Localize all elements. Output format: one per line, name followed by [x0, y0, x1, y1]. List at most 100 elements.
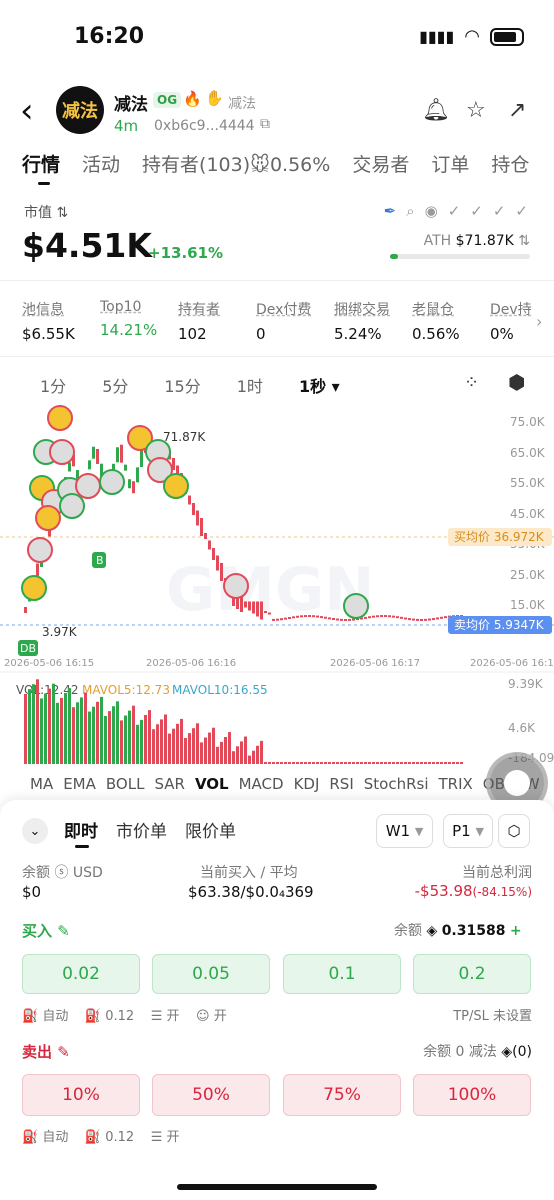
- collapse-button[interactable]: ⌄: [22, 818, 48, 844]
- stat-item[interactable]: 老鼠仓 0.56%: [412, 299, 490, 343]
- trader-avatar[interactable]: [163, 473, 189, 499]
- trader-avatar[interactable]: [59, 493, 85, 519]
- stat-item[interactable]: 池信息 $6.55K: [22, 299, 100, 343]
- sell-percent-button[interactable]: 50%: [152, 1074, 270, 1116]
- indicator-tab[interactable]: SAR: [154, 775, 184, 793]
- sell-percent-button[interactable]: 75%: [283, 1074, 401, 1116]
- indicator-tab[interactable]: MACD: [239, 775, 284, 793]
- candle: [244, 601, 247, 608]
- indicator-tab[interactable]: VOL: [195, 775, 229, 793]
- trader-avatar[interactable]: [99, 469, 125, 495]
- opt-gas[interactable]: 0.12: [105, 1009, 134, 1024]
- status-icons: ▮▮▮▮ ◠: [419, 26, 524, 47]
- candle: [256, 601, 259, 617]
- opt-auto[interactable]: 自动: [42, 1130, 68, 1145]
- stat-item[interactable]: Top10 14.21%: [100, 299, 178, 343]
- indicator-tab[interactable]: EMA: [63, 775, 96, 793]
- opt-mev[interactable]: 开: [166, 1009, 179, 1024]
- trader-avatar[interactable]: [21, 575, 47, 601]
- interval-15m[interactable]: 15分: [164, 373, 200, 397]
- tab-market[interactable]: 行情: [22, 150, 60, 177]
- stat-item[interactable]: Dex付费 0: [256, 299, 334, 343]
- opt-auto[interactable]: 自动: [42, 1009, 68, 1024]
- bubble-icon[interactable]: ⁘: [464, 372, 479, 393]
- volume-bar: [260, 740, 263, 764]
- volume-bar: [456, 762, 459, 764]
- trader-avatar[interactable]: [75, 473, 101, 499]
- trader-avatar[interactable]: [27, 537, 53, 563]
- tab-market-order[interactable]: 市价单: [116, 817, 167, 842]
- copy-icon[interactable]: ⧉: [260, 116, 270, 132]
- candle: [252, 601, 255, 614]
- sort-icon[interactable]: ⇅: [56, 205, 68, 221]
- preset-select[interactable]: P1 ▼: [443, 814, 493, 848]
- sell-percent-button[interactable]: 100%: [413, 1074, 531, 1116]
- order-type-tabs: 即时 市价单 限价单: [64, 817, 236, 842]
- candle: [284, 617, 287, 620]
- sort-icon[interactable]: ⇅: [518, 233, 530, 249]
- interval-1m[interactable]: 1分: [40, 373, 66, 397]
- buy-section-label: 买入 ✎: [22, 920, 70, 941]
- buy-amount-button[interactable]: 0.2: [413, 954, 531, 994]
- volume-bar: [108, 711, 111, 764]
- plus-icon[interactable]: +: [510, 923, 522, 939]
- trader-avatar[interactable]: [49, 439, 75, 465]
- tab-instant[interactable]: 即时: [64, 817, 98, 842]
- volume-bar: [384, 762, 387, 764]
- volume-bar: [452, 762, 455, 764]
- opt-mev[interactable]: 开: [166, 1130, 179, 1145]
- interval-1h[interactable]: 1时: [237, 373, 263, 397]
- contract-address[interactable]: 0xb6c9...4444: [154, 118, 255, 134]
- opt-user[interactable]: 开: [214, 1009, 227, 1024]
- tab-activity[interactable]: 活动: [82, 150, 120, 177]
- settings-icon[interactable]: ⬢: [508, 370, 525, 394]
- volume-bar: [152, 729, 155, 764]
- coin-icon[interactable]: ◉: [425, 202, 438, 220]
- indicator-tab[interactable]: RSI: [329, 775, 353, 793]
- price-chart[interactable]: GMGN 75.0K65.0K55.0K45.0K35.0K25.0K15.0K…: [0, 400, 554, 775]
- indicator-tab[interactable]: TRIX: [439, 775, 473, 793]
- tab-orders[interactable]: 订单: [431, 150, 469, 177]
- edit-icon[interactable]: ✎: [57, 1043, 70, 1061]
- tab-traders[interactable]: 交易者: [352, 150, 409, 177]
- tab-holders-pct: 0.56%: [269, 154, 331, 176]
- stat-item[interactable]: 持有者 102: [178, 299, 256, 343]
- settings-button[interactable]: ⬡: [498, 814, 530, 848]
- trader-avatar[interactable]: [47, 405, 73, 431]
- trader-avatar[interactable]: [223, 573, 249, 599]
- buy-amount-button[interactable]: 0.02: [22, 954, 140, 994]
- buy-amount-button[interactable]: 0.1: [283, 954, 401, 994]
- trader-avatar[interactable]: [343, 593, 369, 619]
- wallet-select[interactable]: W1 ▼: [376, 814, 433, 848]
- x-tick-label: 2026-05-06 16:19: [470, 658, 554, 669]
- tab-positions[interactable]: 持仓: [491, 150, 529, 177]
- trader-avatar[interactable]: [35, 505, 61, 531]
- back-button[interactable]: ‹: [20, 94, 34, 128]
- tab-limit-order[interactable]: 限价单: [185, 817, 236, 842]
- chevron-right-icon[interactable]: ›: [536, 312, 542, 331]
- search-icon[interactable]: ⌕: [406, 202, 414, 220]
- candle: [188, 495, 191, 505]
- interval-5m[interactable]: 5分: [102, 373, 128, 397]
- opt-gas[interactable]: 0.12: [105, 1130, 134, 1145]
- tpsl-status[interactable]: TP/SL 未设置: [453, 1005, 532, 1024]
- interval-1s[interactable]: 1秒 ▾: [299, 373, 340, 397]
- stat-item[interactable]: 捆绑交易 5.24%: [334, 299, 412, 343]
- bell-icon[interactable]: 🔔︎: [422, 98, 450, 123]
- edit-icon[interactable]: ✎: [57, 922, 70, 940]
- buy-amount-button[interactable]: 0.05: [152, 954, 270, 994]
- indicator-tab[interactable]: KDJ: [294, 775, 320, 793]
- star-icon[interactable]: ☆: [466, 98, 486, 123]
- sell-percent-button[interactable]: 10%: [22, 1074, 140, 1116]
- volume-bar: [340, 762, 343, 764]
- stat-item[interactable]: Dev持 0%: [490, 299, 554, 343]
- volume-bar: [60, 697, 63, 764]
- feather-icon[interactable]: ✒: [384, 202, 397, 220]
- indicator-tab[interactable]: BOLL: [106, 775, 145, 793]
- indicator-tab[interactable]: MA: [30, 775, 53, 793]
- volume-bar: [324, 762, 327, 764]
- indicator-tab[interactable]: StochRsi: [364, 775, 429, 793]
- tab-holders[interactable]: 持有者(103)🐭0.56%: [142, 150, 330, 177]
- share-icon[interactable]: ↗: [508, 98, 526, 123]
- signal-icon: ▮▮▮▮: [419, 27, 455, 46]
